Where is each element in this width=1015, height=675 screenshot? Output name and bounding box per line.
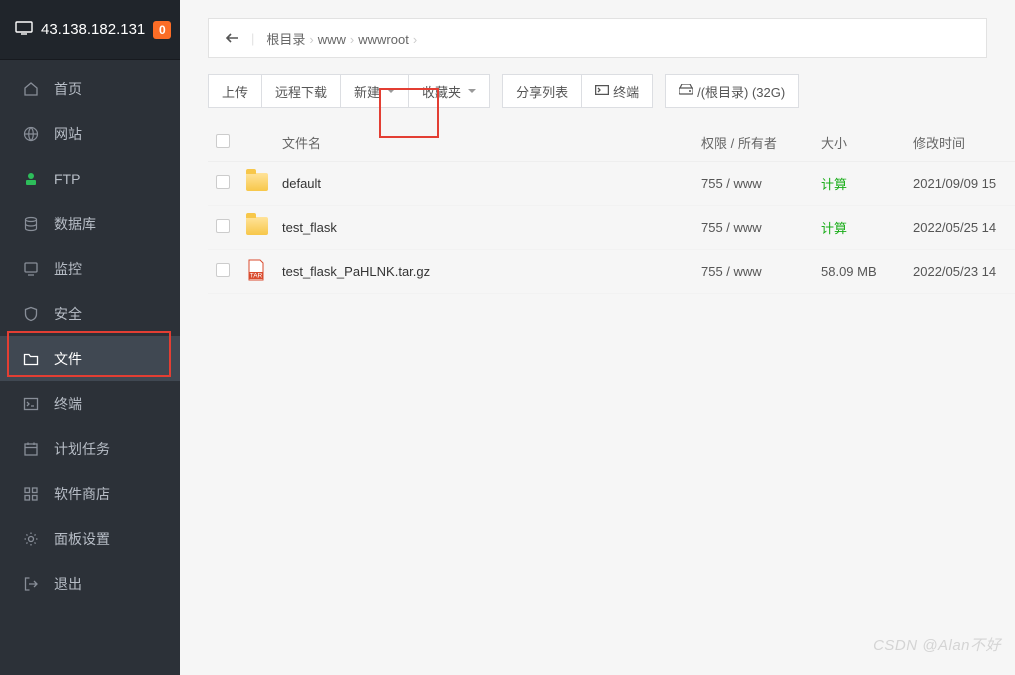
monitor-icon: [15, 21, 33, 39]
terminal-icon: [22, 397, 40, 411]
upload-button[interactable]: 上传: [208, 74, 262, 108]
sidebar-item-exit[interactable]: 退出: [0, 561, 180, 606]
watermark: CSDN @Alan不好: [873, 634, 1001, 655]
breadcrumb-item[interactable]: www: [318, 32, 346, 47]
row-checkbox[interactable]: [216, 263, 230, 277]
toolbar: 上传 远程下载 新建 收藏夹 分享列表 终端 /(根目录) (32G): [208, 74, 987, 108]
file-mtime: 2022/05/23 14: [913, 264, 1015, 279]
sidebar-item-label: 监控: [54, 259, 82, 279]
file-perm: 755 / www: [701, 220, 821, 235]
disk-selector[interactable]: /(根目录) (32G): [665, 74, 799, 108]
database-icon: [22, 216, 40, 232]
file-name[interactable]: test_flask_PaHLNK.tar.gz: [282, 264, 701, 279]
sidebar-item-label: 终端: [54, 394, 82, 414]
folder-icon: [22, 352, 40, 366]
row-checkbox[interactable]: [216, 175, 230, 189]
breadcrumb-item[interactable]: wwwroot: [358, 32, 409, 47]
sidebar-item-label: 首页: [54, 79, 82, 99]
notification-badge[interactable]: 0: [153, 21, 171, 39]
breadcrumb-item[interactable]: 根目录: [266, 32, 305, 47]
file-name[interactable]: test_flask: [282, 220, 701, 235]
terminal-button[interactable]: 终端: [582, 74, 653, 108]
content-area: | 根目录›www›wwwroot› 上传 远程下载 新建 收藏夹 分享列表 终…: [180, 0, 1015, 675]
svg-text:TAR: TAR: [250, 273, 263, 280]
sidebar-item-shield[interactable]: 安全: [0, 291, 180, 336]
file-mtime: 2021/09/09 15: [913, 176, 1015, 191]
col-header-mtime[interactable]: 修改时间: [913, 133, 1015, 152]
sidebar: 43.138.182.131 0 首页网站 FTP 数据库监控安全文件终端计划任务软…: [0, 0, 180, 675]
sidebar-item-label: 数据库: [54, 214, 96, 234]
file-perm: 755 / www: [701, 264, 821, 279]
sidebar-item-folder[interactable]: 文件: [0, 336, 180, 381]
chevron-right-icon: ›: [309, 32, 313, 47]
remote-download-button[interactable]: 远程下载: [262, 74, 341, 108]
file-list-header: 文件名 权限 / 所有者 大小 修改时间: [208, 124, 1015, 162]
file-row[interactable]: TAR test_flask_PaHLNK.tar.gz755 / www58.0…: [208, 250, 1015, 294]
chevron-right-icon: ›: [413, 32, 417, 47]
sidebar-item-label: 网站: [54, 124, 82, 144]
share-list-button[interactable]: 分享列表: [502, 74, 582, 108]
sidebar-item-ftp[interactable]: FTP: [0, 156, 180, 201]
file-row[interactable]: default755 / www计算 2021/09/09 15: [208, 162, 1015, 206]
terminal-icon: [595, 84, 609, 98]
calc-size-link[interactable]: 计算: [821, 177, 847, 192]
col-header-perm[interactable]: 权限 / 所有者: [701, 133, 821, 152]
apps-icon: [22, 486, 40, 502]
file-row[interactable]: test_flask755 / www计算 2022/05/25 14: [208, 206, 1015, 250]
sidebar-item-label: 面板设置: [54, 529, 110, 549]
ftp-icon: [22, 171, 40, 187]
file-perm: 755 / www: [701, 176, 821, 191]
favorites-button[interactable]: 收藏夹: [409, 74, 490, 108]
archive-icon: TAR: [246, 259, 266, 281]
folder-icon: [246, 173, 268, 191]
sidebar-item-label: 软件商店: [54, 484, 110, 504]
shield-icon: [22, 306, 40, 322]
globe-icon: [22, 126, 40, 142]
chevron-down-icon: [387, 89, 395, 93]
sidebar-item-monitor[interactable]: 监控: [0, 246, 180, 291]
file-name[interactable]: default: [282, 176, 701, 191]
file-list: 文件名 权限 / 所有者 大小 修改时间 default755 / www计算2…: [208, 124, 1015, 675]
breadcrumb-back-button[interactable]: [221, 30, 243, 46]
sidebar-item-terminal[interactable]: 终端: [0, 381, 180, 426]
chevron-right-icon: ›: [350, 32, 354, 47]
select-all-checkbox[interactable]: [216, 134, 230, 148]
exit-icon: [22, 576, 40, 592]
col-header-size[interactable]: 大小: [821, 133, 913, 152]
create-button[interactable]: 新建: [341, 74, 409, 108]
row-checkbox[interactable]: [216, 219, 230, 233]
sidebar-item-globe[interactable]: 网站: [0, 111, 180, 156]
sidebar-item-database[interactable]: 数据库: [0, 201, 180, 246]
sidebar-item-apps[interactable]: 软件商店: [0, 471, 180, 516]
disk-icon: [679, 84, 693, 99]
col-header-name[interactable]: 文件名: [282, 133, 701, 152]
sidebar-item-calendar[interactable]: 计划任务: [0, 426, 180, 471]
server-ip-label: 43.138.182.131: [41, 21, 145, 38]
calc-size-link[interactable]: 计算: [821, 221, 847, 236]
breadcrumb: | 根目录›www›wwwroot›: [208, 18, 987, 58]
chevron-down-icon: [468, 89, 476, 93]
sidebar-header: 43.138.182.131 0: [0, 0, 180, 60]
monitor-icon: [22, 261, 40, 277]
sidebar-item-home[interactable]: 首页: [0, 66, 180, 111]
sidebar-item-label: 安全: [54, 304, 82, 324]
file-mtime: 2022/05/25 14: [913, 220, 1015, 235]
sidebar-item-gear[interactable]: 面板设置: [0, 516, 180, 561]
gear-icon: [22, 531, 40, 547]
folder-icon: [246, 217, 268, 235]
home-icon: [22, 81, 40, 97]
file-size: 58.09 MB: [821, 264, 877, 279]
sidebar-item-label: 文件: [54, 349, 82, 369]
sidebar-item-label: 计划任务: [54, 439, 110, 459]
calendar-icon: [22, 441, 40, 457]
sidebar-item-label: FTP: [54, 171, 80, 187]
sidebar-item-label: 退出: [54, 574, 82, 594]
